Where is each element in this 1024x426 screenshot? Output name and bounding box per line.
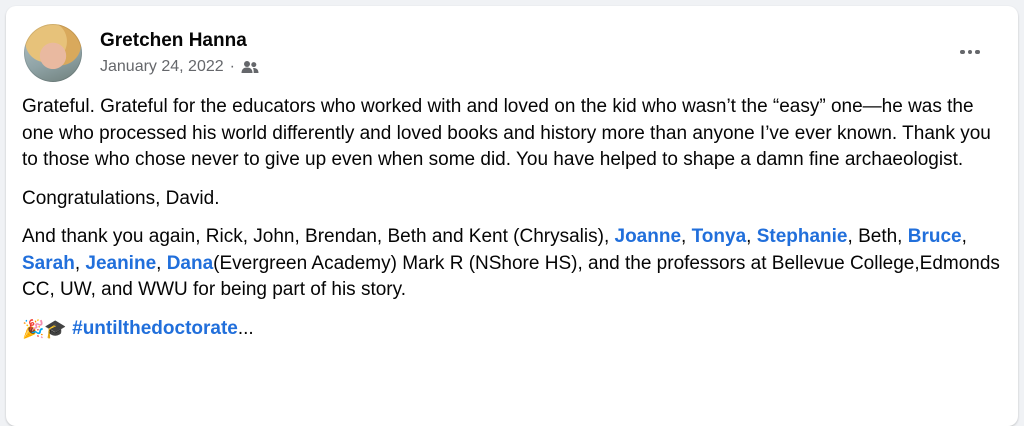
mention-dana[interactable]: Dana <box>167 253 213 274</box>
text-segment: And thank you again, Rick, John, Brendan… <box>22 226 615 247</box>
see-more-ellipsis[interactable]: ... <box>238 318 254 339</box>
text-segment: , <box>961 226 967 247</box>
post-paragraph-4: 🎉🎓 #untilthedoctorate... <box>22 316 1007 343</box>
text-segment: , <box>681 226 692 247</box>
post-card: Gretchen Hanna January 24, 2022 · Gratef… <box>6 6 1018 426</box>
mention-stephanie[interactable]: Stephanie <box>757 226 848 247</box>
friends-icon[interactable] <box>241 60 259 74</box>
text-segment: , <box>74 252 86 274</box>
post-paragraph-2: Congratulations, David. <box>22 187 220 209</box>
more-options-icon[interactable] <box>952 34 988 70</box>
mention-tonya[interactable]: Tonya <box>692 226 747 247</box>
graduation-cap-icon: 🎓 <box>44 318 67 339</box>
post-date-link[interactable]: January 24, 2022 <box>100 58 224 76</box>
text-segment: , Beth, <box>847 226 908 247</box>
text-segment: , <box>746 226 757 247</box>
mention-joanne[interactable]: Joanne <box>615 226 682 247</box>
post-header: Gretchen Hanna January 24, 2022 · <box>24 24 1004 86</box>
post-paragraph-3: And thank you again, Rick, John, Brendan… <box>22 224 1007 304</box>
party-popper-icon: 🎉 <box>22 318 45 339</box>
meta-separator: · <box>229 58 235 75</box>
hashtag-link[interactable]: #untilthedoctorate <box>72 318 238 339</box>
mention-sarah[interactable]: Sarah <box>22 253 75 274</box>
post-body: Grateful. Grateful for the educators who… <box>22 94 1007 354</box>
post-paragraph-1: Grateful. Grateful for the educators who… <box>22 96 991 170</box>
post-meta: January 24, 2022 · <box>100 58 259 76</box>
author-name-link[interactable]: Gretchen Hanna <box>100 30 247 52</box>
text-segment: , <box>156 252 167 274</box>
author-avatar[interactable] <box>24 24 82 82</box>
mention-jeanine[interactable]: Jeanine <box>85 253 156 274</box>
mention-bruce[interactable]: Bruce <box>908 226 962 247</box>
